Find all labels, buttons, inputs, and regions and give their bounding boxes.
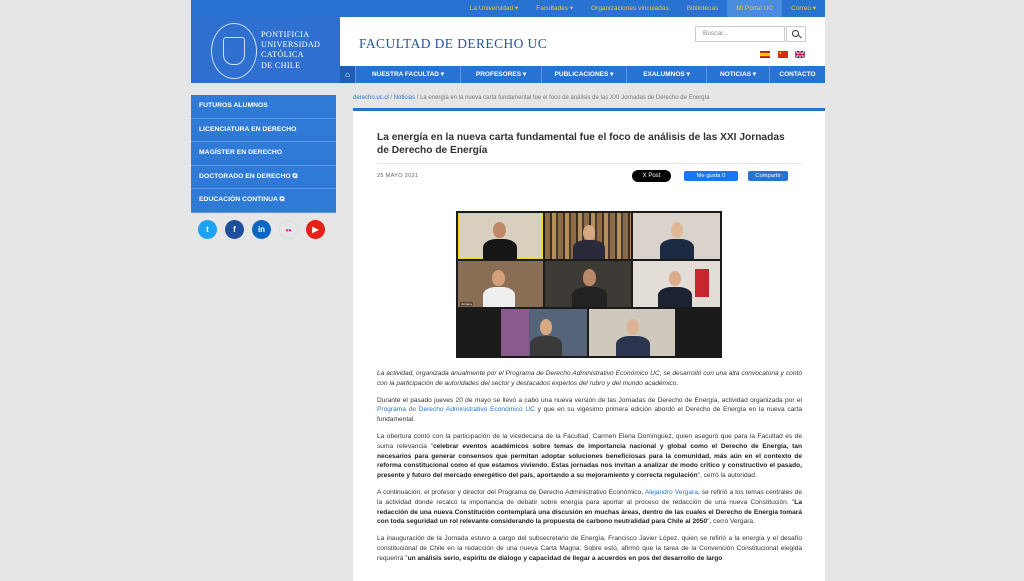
video-tile <box>545 213 631 259</box>
x-post-button[interactable]: X Post <box>632 170 671 182</box>
title-divider <box>377 163 801 164</box>
top-nav-correo[interactable]: Correo ▾ <box>782 0 825 17</box>
video-tile <box>501 309 587 356</box>
faculty-title[interactable]: FACULTAD DE DERECHO UC <box>359 36 547 52</box>
nav-publicaciones[interactable]: PUBLICACIONES ▾ <box>541 66 626 83</box>
breadcrumb-current: La energía en la nueva carta fundamental… <box>420 95 710 101</box>
paragraph-3: A continuación, el profesor y director d… <box>377 488 802 527</box>
article-card: La energía en la nueva carta fundamental… <box>353 111 825 581</box>
uc-logo[interactable]: PONTIFICIA UNIVERSIDAD CATÓLICA DE CHILE <box>191 17 340 83</box>
text-run: ", cerró la autoridad. <box>697 472 757 480</box>
video-tile <box>458 213 543 260</box>
top-nav: La Universidad ▾ Facultades ▾ Organizaci… <box>461 0 825 17</box>
nav-nuestra-facultad[interactable]: NUESTRA FACULTAD ▾ <box>355 66 460 83</box>
paragraph-2: La obertura contó con la participación d… <box>377 432 802 481</box>
home-icon[interactable]: ⌂ <box>340 66 355 83</box>
logo-text: PONTIFICIA UNIVERSIDAD CATÓLICA DE CHILE <box>261 30 320 71</box>
twitter-icon[interactable]: t <box>198 220 217 239</box>
logo-line-2: UNIVERSIDAD <box>261 40 321 50</box>
sidebar-item-licenciatura[interactable]: LICENCIATURA EN DERECHO <box>191 118 336 142</box>
video-tile <box>633 261 720 307</box>
main-nav: ⌂ NUESTRA FACULTAD ▾ PROFESORES ▾ PUBLIC… <box>340 66 825 83</box>
text-run: ", cerró Vergara. <box>707 518 755 526</box>
sidebar-item-magister[interactable]: MAGÍSTER EN DERECHO <box>191 142 336 166</box>
top-nav-facultades[interactable]: Facultades ▾ <box>527 0 582 17</box>
programa-link[interactable]: Programa de Derecho Administrativo Econó… <box>377 406 535 413</box>
video-tile <box>633 213 720 259</box>
uk-flag-icon[interactable] <box>795 51 805 58</box>
logo-line-3: CATÓLICA <box>261 50 304 60</box>
youtube-icon[interactable]: ▶ <box>306 220 325 239</box>
logo-line-1: PONTIFICIA <box>261 30 310 39</box>
video-tile: Jordana <box>458 261 543 307</box>
sidebar-item-futuros-alumnos[interactable]: FUTUROS ALUMNOS <box>191 95 336 119</box>
top-nav-organizaciones[interactable]: Organizaciones vinculadas <box>582 0 678 17</box>
top-nav-bibliotecas[interactable]: Bibliotecas <box>678 0 727 17</box>
quote-bold: un análisis serio, espíritu de diálogo y… <box>407 554 723 562</box>
site-header: FACULTAD DE DERECHO UC Buscar... <box>340 17 825 66</box>
facebook-like-button[interactable]: Me gusta 0 <box>684 171 738 181</box>
breadcrumb-home-link[interactable]: derecho.uc.cl <box>353 95 389 101</box>
sidebar-item-educacion-continua[interactable]: EDUCACIÓN CONTINUA ⧉ <box>191 189 336 213</box>
share-button[interactable]: Compartir <box>748 171 788 181</box>
search-input[interactable]: Buscar... <box>695 26 785 42</box>
uc-seal-icon <box>211 23 257 79</box>
china-flag-icon[interactable] <box>778 51 788 58</box>
search-icon[interactable] <box>786 26 806 42</box>
facebook-icon[interactable]: f <box>225 220 244 239</box>
logo-line-4: DE CHILE <box>261 60 301 70</box>
nav-exalumnos[interactable]: EXALUMNOS ▾ <box>626 66 706 83</box>
paragraph-1: Durante el pasado jueves 20 de mayo se l… <box>377 396 802 425</box>
text-run: A continuación, el profesor y director d… <box>377 488 645 496</box>
nav-profesores[interactable]: PROFESORES ▾ <box>460 66 541 83</box>
alejandro-vergara-link[interactable]: Alejandro Vergara <box>645 489 698 496</box>
sidebar-item-doctorado[interactable]: DOCTORADO EN DERECHO ⧉ <box>191 165 336 189</box>
paragraph-4: La inauguración de la Jornada estuvo a c… <box>377 534 802 563</box>
article-photo: Jordana <box>456 211 722 358</box>
video-tile <box>589 309 675 356</box>
article-title: La energía en la nueva carta fundamental… <box>377 132 785 156</box>
flickr-icon[interactable]: •• <box>279 220 298 239</box>
text-run: Durante el pasado jueves 20 de mayo se l… <box>377 396 802 404</box>
sidebar: FUTUROS ALUMNOS LICENCIATURA EN DERECHO … <box>191 95 336 213</box>
article-date: 25 MAYO 2021 <box>377 173 419 179</box>
top-bar: La Universidad ▾ Facultades ▾ Organizaci… <box>191 0 825 17</box>
nav-contacto[interactable]: CONTACTO <box>769 66 825 83</box>
top-nav-universidad[interactable]: La Universidad ▾ <box>461 0 527 17</box>
breadcrumb: derecho.uc.cl / Noticias / La energía en… <box>353 95 710 101</box>
spain-flag-icon[interactable] <box>760 51 770 58</box>
top-nav-mi-portal[interactable]: Mi Portal UC <box>727 0 783 17</box>
article-body: La actividad, organizada anualmente por … <box>377 369 802 571</box>
nav-noticias[interactable]: NOTICIAS ▾ <box>706 66 769 83</box>
photo-caption: La actividad, organizada anualmente por … <box>377 370 802 387</box>
breadcrumb-noticias-link[interactable]: Noticias <box>394 95 415 101</box>
social-links: t f in •• ▶ <box>198 220 325 239</box>
video-tile <box>545 261 631 307</box>
linkedin-icon[interactable]: in <box>252 220 271 239</box>
